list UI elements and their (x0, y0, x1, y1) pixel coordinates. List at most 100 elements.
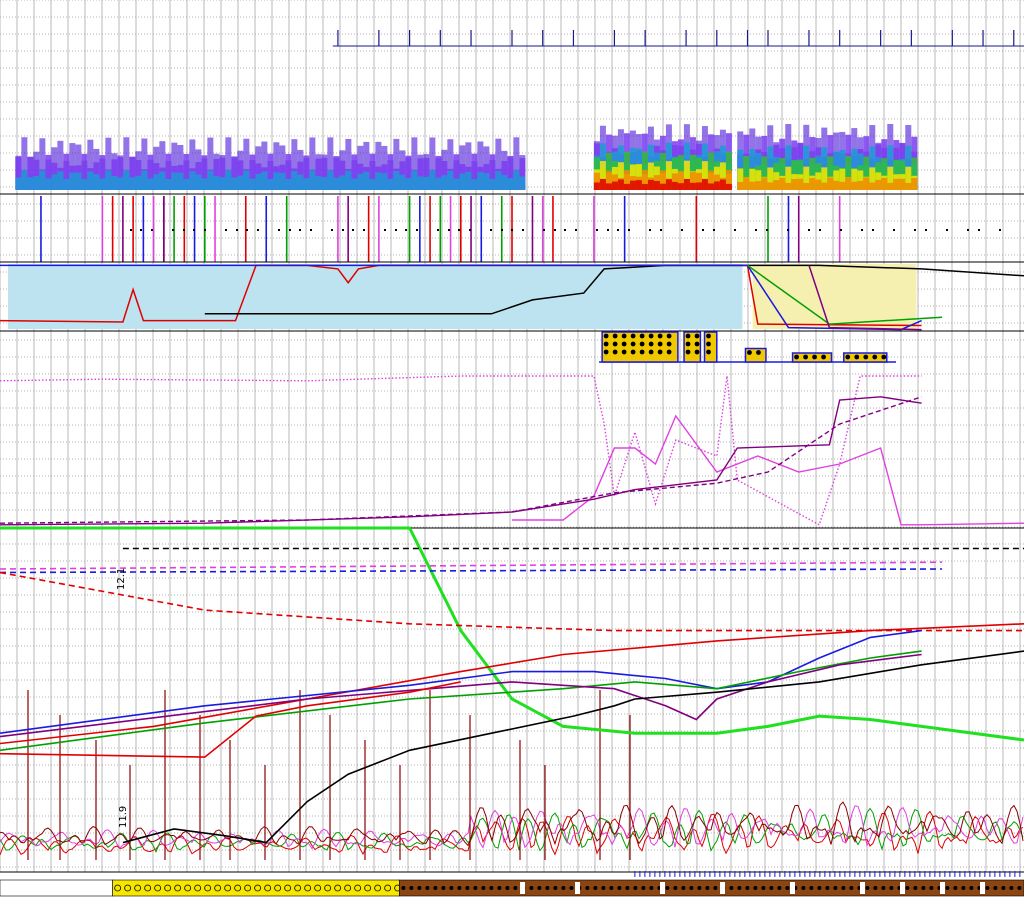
spectrogram-cell (435, 177, 442, 190)
spectrogram-cell (441, 175, 448, 190)
spectrogram-cell (369, 179, 376, 190)
spectrogram-cell (815, 179, 822, 190)
spectrogram-cell (327, 170, 334, 190)
spectrogram-cell (857, 180, 864, 190)
strip-pattern-dot (737, 886, 742, 890)
block-pattern-dot (621, 349, 627, 355)
strip-pattern-dot (913, 886, 918, 890)
strip-pattern-dot (825, 886, 830, 890)
block-pattern-dot (630, 333, 636, 339)
spectrogram (0, 124, 1024, 195)
event-dot (575, 229, 577, 231)
middle-traces (0, 375, 1024, 529)
spectrogram-cell (33, 175, 40, 190)
spectrogram-cell (629, 180, 636, 190)
event-dot (448, 229, 450, 231)
event-dot (607, 229, 609, 231)
strip-pattern-dot (929, 886, 934, 890)
event-dot (755, 229, 757, 231)
strip-pattern-dot (625, 886, 630, 890)
spectrogram-cell (809, 178, 816, 190)
block-pattern-dot (666, 349, 672, 355)
strip-pattern-dot (473, 886, 478, 890)
event-dot (713, 229, 715, 231)
block-pattern-dot (803, 354, 808, 360)
spectrogram-cell (761, 177, 768, 190)
strip-pattern-dot (761, 886, 766, 890)
spectrogram-cell (495, 170, 502, 190)
spectrogram-cell (507, 178, 514, 190)
strip-pattern-dot (873, 886, 878, 890)
strip-pattern-dot (433, 886, 438, 890)
strip-pattern-dot (881, 886, 886, 890)
event-dot (511, 229, 513, 231)
bottom-series-line (0, 561, 943, 570)
strip-pattern-dot (705, 886, 710, 890)
block-pattern-dot (648, 333, 654, 339)
event-dot (893, 229, 895, 231)
strip-pattern-dot (537, 886, 542, 890)
block-pattern-dot (630, 349, 636, 355)
spectrogram-cell (249, 178, 256, 190)
event-dot (914, 229, 916, 231)
block-pattern-dot (603, 333, 609, 339)
event-dot (342, 229, 344, 231)
spectrogram-cell (767, 182, 774, 190)
strip-pattern-dot (945, 886, 950, 890)
event-dot (257, 229, 259, 231)
axis-tick-label: 11.9 (118, 806, 129, 828)
spectrogram-cell (117, 177, 124, 190)
event-dot (405, 229, 407, 231)
strip-pattern-dot (505, 886, 510, 890)
spectrogram-cell (189, 171, 196, 190)
block-pattern-dot (694, 349, 700, 355)
middle-trace-line (512, 414, 1024, 526)
strip-pattern-dot (665, 886, 670, 890)
spectrogram-cell (911, 178, 918, 190)
spectrogram-cell (237, 175, 244, 190)
band-fill-blue (8, 264, 743, 329)
strip-pattern-dot (609, 886, 614, 890)
strip-pattern-dot (849, 886, 854, 890)
block-pattern-dot (612, 349, 618, 355)
spectrogram-cell (75, 172, 82, 190)
block-pattern-dot (612, 341, 618, 347)
strip-pattern-dot (441, 886, 446, 890)
strip-pattern-dot (801, 886, 806, 890)
block-pattern-dot (863, 354, 869, 360)
event-dot (660, 229, 662, 231)
spectrogram-cell (375, 172, 382, 190)
event-dot (289, 229, 291, 231)
band-panel (0, 264, 1024, 332)
spectrogram-cell (321, 177, 328, 190)
spectrogram-cell (845, 177, 852, 190)
strip-pattern-dot (409, 886, 414, 890)
spectrogram-cell (477, 172, 484, 190)
bottom-series-line (0, 623, 1024, 745)
block-pattern-dot (603, 341, 609, 347)
spectrogram-cell (231, 177, 238, 190)
spectrogram-cell (159, 171, 166, 190)
spectrogram-cell (27, 177, 34, 190)
event-dot (787, 229, 789, 231)
strip-pattern-dot (953, 886, 958, 890)
spectrogram-cell (93, 174, 100, 190)
block-pattern-dot (639, 333, 645, 339)
strip-pattern-dot (753, 886, 758, 890)
spectrogram-cell (291, 171, 298, 190)
strip-pattern-dot (833, 886, 838, 890)
spectrogram-cell (297, 174, 304, 190)
strip-pattern-dot (865, 886, 870, 890)
strip-pattern-dot (601, 886, 606, 890)
spectrogram-cell (719, 179, 726, 190)
spectrogram-cell (707, 183, 714, 190)
spectrogram-cell (447, 170, 454, 190)
spectrogram-cell (617, 179, 624, 190)
spectrogram-cell (743, 177, 750, 190)
strip-pattern-dot (993, 886, 998, 890)
event-dot (543, 229, 545, 231)
bottom-strip (0, 871, 1024, 897)
spectrogram-cell (81, 179, 88, 190)
spectrogram-cell (785, 182, 792, 190)
middle-trace-line (0, 396, 922, 524)
